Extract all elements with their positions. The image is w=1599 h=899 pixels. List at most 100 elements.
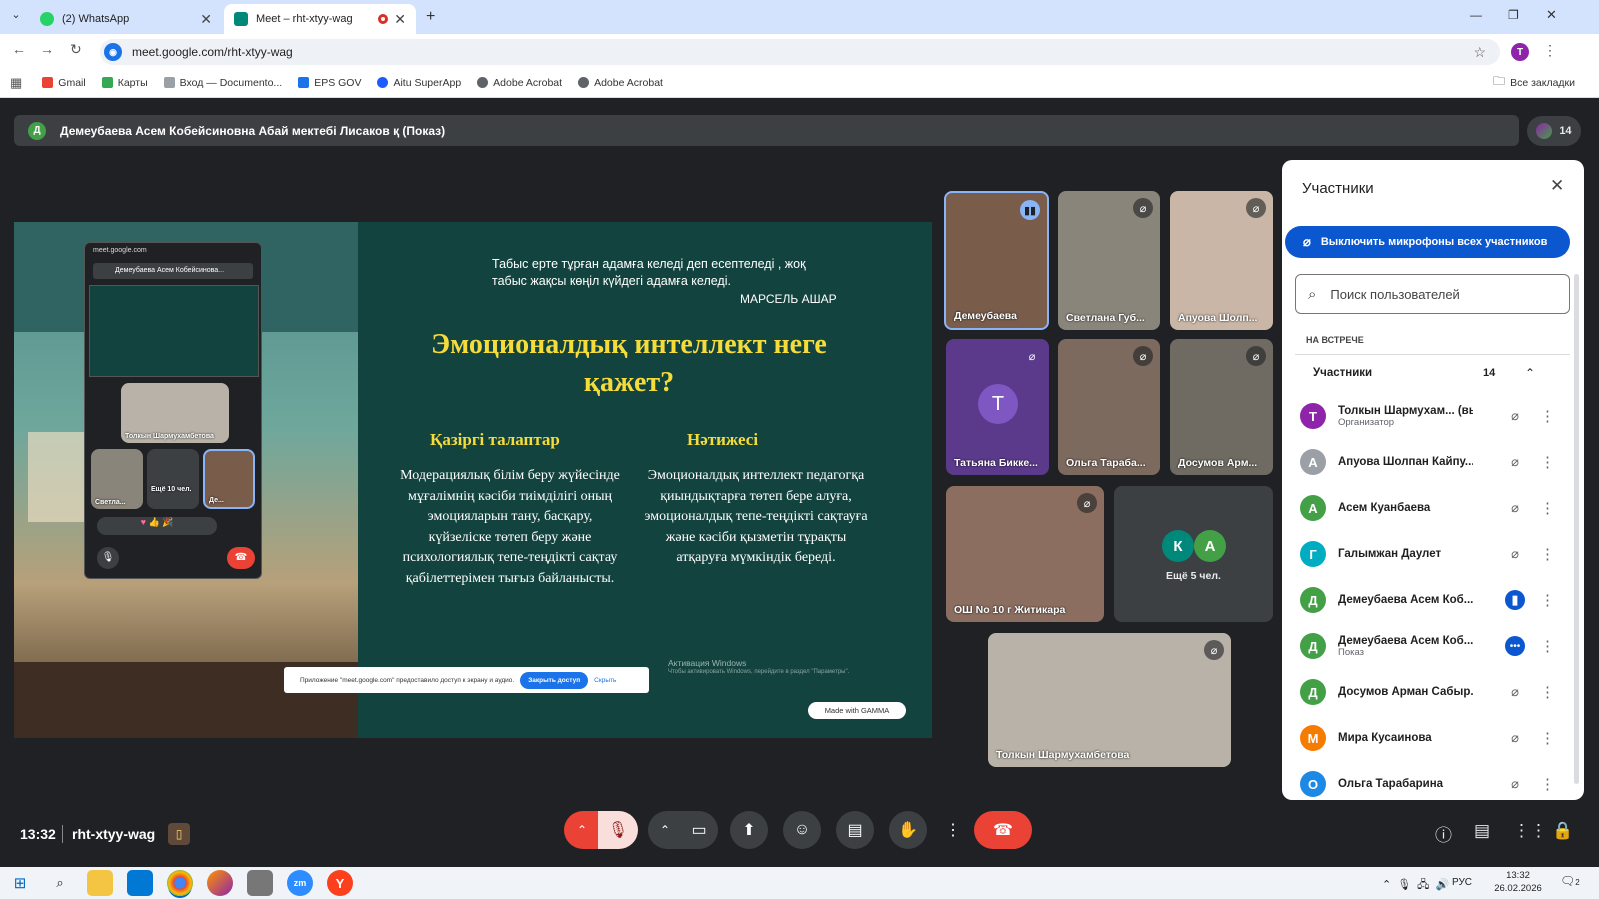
minimize-icon[interactable]: —	[1470, 8, 1482, 22]
more-options-icon[interactable]: ⋮	[1540, 683, 1555, 701]
mic-off-icon[interactable]: ⌀	[1505, 452, 1525, 472]
more-options-icon[interactable]: ⋮	[1540, 591, 1555, 609]
bookmark-maps[interactable]: Карты	[101, 77, 148, 89]
participant-tile[interactable]: ⌀ ОШ No 10 г Житикара	[946, 486, 1104, 622]
participant-tile[interactable]: ⌀ Апуова Шолп...	[1170, 191, 1273, 330]
info-icon[interactable]: ⓘ	[1435, 821, 1452, 846]
participants-group-header[interactable]: Участники 14 ⌃	[1295, 354, 1570, 390]
notifications-icon[interactable]: 🗨2	[1560, 874, 1580, 888]
app-icon[interactable]	[247, 870, 273, 896]
participant-tile[interactable]: ⌀ Досумов Арм...	[1170, 339, 1273, 475]
participant-tile[interactable]: ⌀ Ольга Тараба...	[1058, 339, 1160, 475]
more-indicator-icon[interactable]: •••	[1505, 636, 1525, 656]
raise-hand-button[interactable]: ✋	[889, 811, 927, 849]
bookmark-acrobat-1[interactable]: Adobe Acrobat	[477, 77, 562, 89]
clock[interactable]: 13:32 26.02.2026	[1488, 869, 1548, 895]
more-options-icon[interactable]: ⋮	[1540, 499, 1555, 517]
more-options-icon[interactable]: ⋮	[1540, 637, 1555, 655]
audio-options-chevron-icon[interactable]: ⌃	[564, 811, 600, 849]
store-icon[interactable]	[127, 870, 153, 896]
language-indicator[interactable]: РУС	[1452, 877, 1472, 888]
window-close-icon[interactable]: ✕	[1546, 7, 1557, 23]
tab-whatsapp[interactable]: (2) WhatsApp ✕	[30, 4, 222, 34]
chat-icon[interactable]: ▤	[1474, 821, 1490, 841]
present-button[interactable]: ⬆	[730, 811, 768, 849]
participant-row[interactable]: А Апуова Шолпан Кайпу... ⌀ ⋮	[1300, 442, 1570, 482]
apps-grid-icon[interactable]: ▦	[10, 75, 22, 91]
browser-menu-icon[interactable]: ⋮	[1543, 42, 1557, 59]
participant-row[interactable]: О Ольга Тарабарина ⌀ ⋮	[1300, 764, 1570, 800]
more-options-icon[interactable]: ⋮	[1540, 545, 1555, 563]
chrome-icon[interactable]	[167, 870, 193, 896]
participant-row[interactable]: Д Демеубаева Асем Коб... Показ ••• ⋮	[1300, 626, 1570, 666]
bookmark-documento[interactable]: Вход — Documento...	[163, 77, 282, 89]
profile-avatar[interactable]: T	[1511, 43, 1529, 61]
participant-row[interactable]: Г Галымжан Даулет ⌀ ⋮	[1300, 534, 1570, 574]
close-panel-icon[interactable]: ✕	[1550, 176, 1564, 196]
bookmark-aitu[interactable]: Aitu SuperApp	[377, 77, 461, 89]
reactions-button[interactable]: ☺	[783, 811, 821, 849]
participant-row[interactable]: А Асем Куанбаева ⌀ ⋮	[1300, 488, 1570, 528]
participant-avatar: А	[1300, 449, 1326, 475]
more-options-icon[interactable]: ⋮	[1540, 729, 1555, 747]
address-bar[interactable]: ◉ meet.google.com/rht-xtyy-wag ☆	[100, 39, 1500, 65]
bookmark-eps-gov[interactable]: EPS GOV	[298, 77, 361, 89]
mic-off-icon[interactable]: ⌀	[1505, 406, 1525, 426]
bookmark-gmail[interactable]: Gmail	[42, 77, 86, 89]
mini-bar: Демеубаева Асем Кобейсинова...	[93, 263, 253, 279]
more-participants-tile[interactable]: К А Ещё 5 чел.	[1114, 486, 1273, 622]
participant-row[interactable]: Д Демеубаева Асем Коб... ▮ ⋮	[1300, 580, 1570, 620]
back-icon[interactable]: ←	[12, 41, 26, 57]
more-options-icon[interactable]: ⋮	[1540, 453, 1555, 471]
new-tab-icon[interactable]: +	[426, 8, 435, 26]
mic-off-icon[interactable]: ⌀	[1505, 498, 1525, 518]
captions-button[interactable]: ▤	[836, 811, 874, 849]
participant-tile[interactable]: ⌀ Т Татьяна Бикке...	[946, 339, 1049, 475]
mic-off-icon[interactable]: ⌀	[1505, 774, 1525, 794]
speaking-icon[interactable]: ▮	[1505, 590, 1525, 610]
close-tab-icon[interactable]: ✕	[394, 11, 406, 28]
participant-row[interactable]: Т Толкын Шармухам... (вы) Организатор ⌀ ⋮	[1300, 396, 1570, 436]
site-info-icon[interactable]: ◉	[104, 43, 122, 61]
mic-off-icon[interactable]: ⌀	[1505, 728, 1525, 748]
participant-tile[interactable]: ⌀ Толкын Шармухамбетова	[988, 633, 1231, 767]
firefox-icon[interactable]	[207, 870, 233, 896]
participant-tile[interactable]: ▮▮ Демеубаева	[944, 191, 1049, 330]
reload-icon[interactable]: ↻	[70, 41, 82, 58]
more-options-icon[interactable]: ⋮	[1540, 407, 1555, 425]
participant-tile[interactable]: ⌀ Светлана Губ...	[1058, 191, 1160, 330]
mic-off-icon[interactable]: ⌀	[1505, 544, 1525, 564]
mic-off-icon[interactable]: ⌀	[1505, 682, 1525, 702]
zoom-icon[interactable]: zm	[287, 870, 313, 896]
search-icon[interactable]: ⌕	[47, 870, 73, 896]
presenting-badge-icon[interactable]: ▯	[168, 823, 190, 845]
video-options-chevron-icon[interactable]: ⌃	[648, 811, 682, 849]
host-controls-lock-icon[interactable]: 🔒	[1552, 821, 1573, 841]
activities-grid-icon[interactable]: ⋮⋮	[1513, 821, 1547, 841]
bookmark-acrobat-2[interactable]: Adobe Acrobat	[578, 77, 663, 89]
camera-toggle-button[interactable]: ▭	[680, 811, 718, 849]
more-options-icon[interactable]: ⋮	[940, 811, 966, 849]
mic-toggle-button[interactable]: 🎙	[598, 811, 638, 849]
bookmark-star-icon[interactable]: ☆	[1473, 44, 1486, 61]
panel-scrollbar[interactable]	[1574, 274, 1579, 784]
mute-all-button[interactable]: ⌀ Выключить микрофоны всех участников	[1285, 226, 1570, 258]
all-bookmarks[interactable]: 🗀 Все закладки	[1493, 72, 1575, 93]
system-tray-icons[interactable]: ⌃🎙🖧🔊	[1382, 876, 1455, 895]
camera-icon: ▭	[691, 822, 707, 839]
people-count-button[interactable]: 14	[1527, 116, 1581, 146]
leave-call-button[interactable]: ☎	[974, 811, 1032, 849]
tab-search-icon[interactable]: ⌄	[6, 8, 26, 26]
chevron-up-icon[interactable]: ⌃	[1525, 366, 1535, 380]
file-explorer-icon[interactable]	[87, 870, 113, 896]
search-input[interactable]: ⌕ Поиск пользователей	[1295, 274, 1570, 314]
yandex-browser-icon[interactable]: Y	[327, 870, 353, 896]
more-options-icon[interactable]: ⋮	[1540, 775, 1555, 793]
windows-start-icon[interactable]: ⊞	[7, 870, 33, 896]
forward-icon[interactable]: →	[40, 41, 54, 57]
tab-meet[interactable]: Meet – rht-xtyy-wag ✕	[224, 4, 416, 34]
participant-row[interactable]: Д Досумов Арман Сабыр... ⌀ ⋮	[1300, 672, 1570, 712]
restore-icon[interactable]: ❐	[1508, 8, 1519, 22]
participant-row[interactable]: М Мира Кусаинова ⌀ ⋮	[1300, 718, 1570, 758]
close-tab-icon[interactable]: ✕	[200, 11, 212, 28]
